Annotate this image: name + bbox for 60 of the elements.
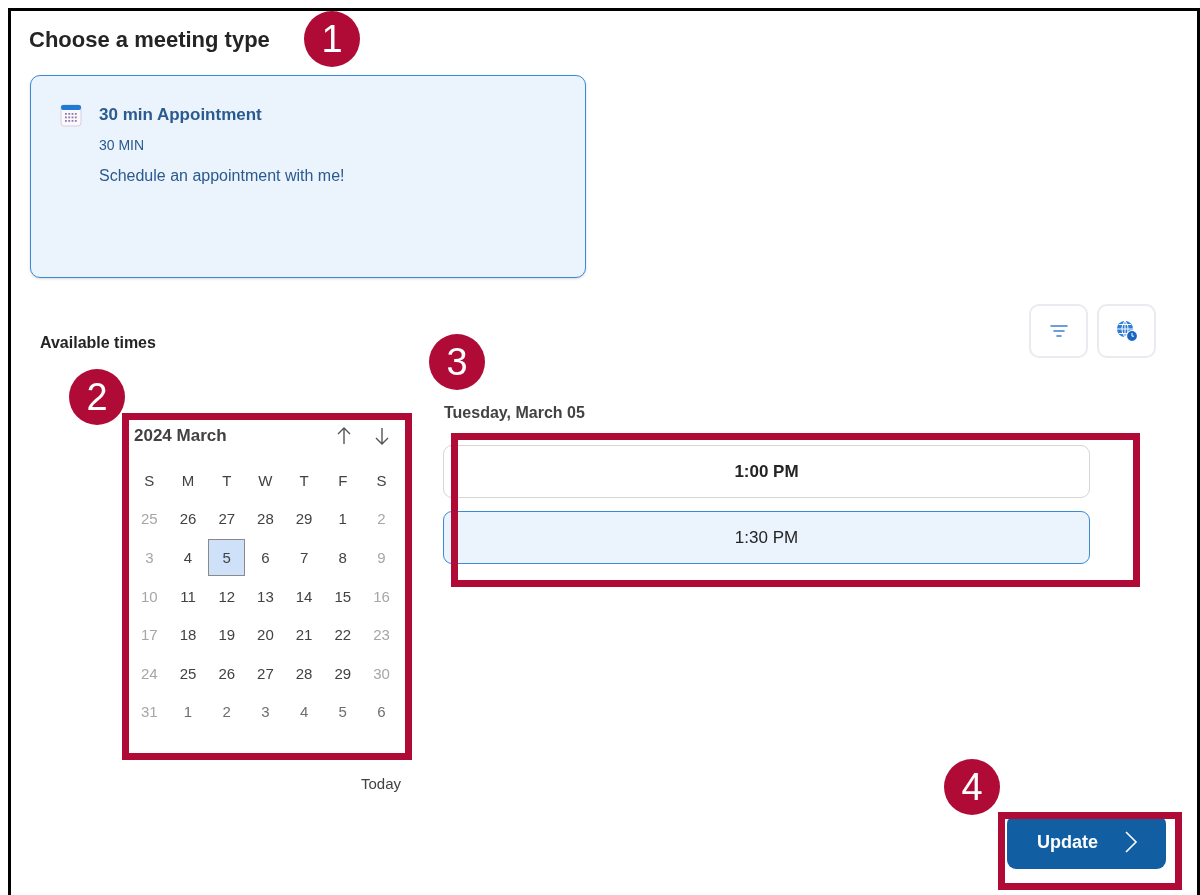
calendar-day[interactable]: 19 (208, 616, 246, 653)
meeting-type-card[interactable]: 30 min Appointment 30 MIN Schedule an appointment with me! (30, 75, 586, 278)
calendar-day[interactable]: 4 (169, 539, 207, 576)
calendar-day[interactable]: 22 (324, 616, 362, 653)
section-label: Available times (40, 333, 157, 353)
chevron-right-icon (1124, 830, 1138, 854)
calendar-day[interactable]: 15 (324, 577, 362, 615)
calendar-day[interactable]: 27 (208, 500, 246, 538)
calendar-day[interactable]: 8 (324, 539, 362, 576)
calendar-day[interactable]: 1 (169, 693, 207, 731)
calendar-day[interactable]: 18 (169, 616, 207, 653)
calendar-day[interactable]: 5 (208, 539, 246, 576)
calendar-day[interactable]: 6 (363, 693, 400, 731)
callout-badge: 3 (429, 334, 485, 390)
weekday-label: T (298, 470, 310, 491)
calendar-day[interactable]: 7 (285, 539, 323, 576)
weekday-label: T (221, 470, 233, 491)
time-slot-button[interactable]: 1:30 PM (443, 511, 1090, 564)
today-link[interactable]: Today (360, 775, 401, 793)
calendar-day[interactable]: 27 (247, 654, 284, 692)
time-zone-button[interactable] (1097, 304, 1156, 358)
time-slot-button[interactable]: 1:00 PM (443, 445, 1090, 498)
calendar-day[interactable]: 20 (247, 616, 284, 653)
calendar-day[interactable]: 26 (208, 654, 246, 692)
calendar-day[interactable]: 5 (324, 693, 362, 731)
filter-icon (1049, 324, 1068, 338)
calendar-day[interactable]: 26 (169, 500, 207, 538)
callout-badge: 4 (944, 759, 1000, 815)
calendar-day[interactable]: 4 (285, 693, 323, 731)
month-title: 2024 March (133, 426, 228, 446)
weekday-label: S (143, 470, 156, 491)
calendar-day[interactable]: 11 (169, 577, 207, 615)
calendar-day[interactable]: 14 (285, 577, 323, 615)
calendar-day[interactable]: 6 (247, 539, 284, 576)
calendar-day[interactable]: 29 (324, 654, 362, 692)
weekday-label: W (257, 470, 274, 491)
callout-badge: 1 (304, 11, 360, 67)
calendar-day[interactable]: 28 (247, 500, 284, 538)
weekday-label: S (375, 470, 388, 491)
calendar-day[interactable]: 28 (285, 654, 323, 692)
weekday-label: M (180, 470, 196, 491)
selected-date-label: Tuesday, March 05 (443, 403, 586, 423)
meeting-description: Schedule an appointment with me! (99, 166, 345, 186)
meeting-duration: 30 MIN (99, 136, 146, 154)
calendar-day[interactable]: 29 (285, 500, 323, 538)
calendar-day[interactable]: 3 (247, 693, 284, 731)
meeting-type-title: 30 min Appointment (99, 104, 263, 126)
calendar-day[interactable]: 1 (324, 500, 362, 538)
up-arrow-icon (335, 426, 353, 446)
calendar-day[interactable]: 25 (169, 654, 207, 692)
calendar-day[interactable]: 21 (285, 616, 323, 653)
calendar-day[interactable]: 2 (208, 693, 246, 731)
calendar-icon (60, 104, 82, 127)
weekday-label: F (337, 470, 349, 491)
globe-clock-icon (1115, 320, 1138, 342)
page-heading: Choose a meeting type (28, 26, 270, 53)
calendar-day[interactable]: 13 (247, 577, 284, 615)
down-arrow-icon (373, 426, 391, 446)
callout-badge: 2 (69, 369, 125, 425)
calendar-day[interactable]: 12 (208, 577, 246, 615)
